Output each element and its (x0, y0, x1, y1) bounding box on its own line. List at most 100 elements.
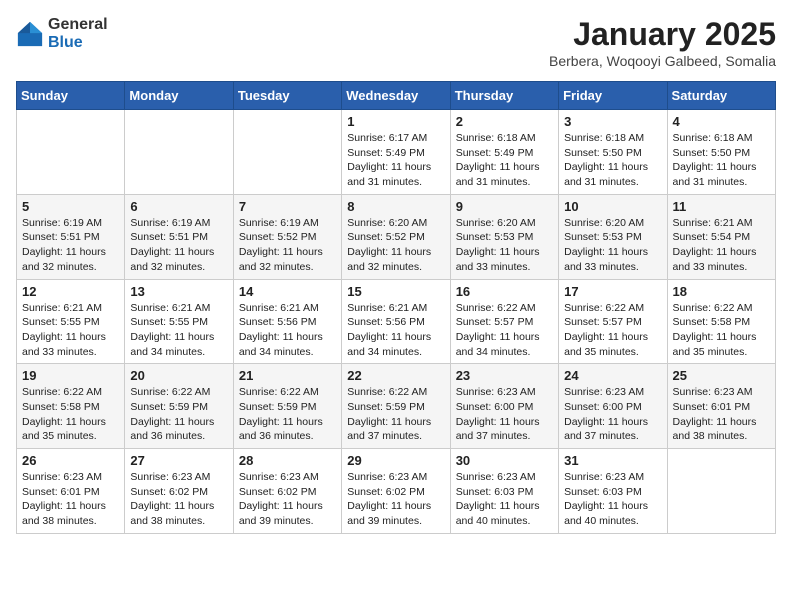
daylight-text: Daylight: 11 hours and 37 minutes. (456, 416, 540, 443)
daylight-text: Daylight: 11 hours and 40 minutes. (456, 500, 540, 527)
cell-info: Sunrise: 6:22 AMSunset: 5:59 PMDaylight:… (347, 385, 444, 444)
calendar-cell: 16Sunrise: 6:22 AMSunset: 5:57 PMDayligh… (450, 279, 558, 364)
sunrise-text: Sunrise: 6:22 AM (564, 302, 644, 314)
calendar-cell (17, 110, 125, 195)
sunrise-text: Sunrise: 6:22 AM (239, 386, 319, 398)
calendar-cell: 3Sunrise: 6:18 AMSunset: 5:50 PMDaylight… (559, 110, 667, 195)
day-number: 27 (130, 453, 227, 468)
sunrise-text: Sunrise: 6:18 AM (673, 132, 753, 144)
sunset-text: Sunset: 6:00 PM (456, 401, 534, 413)
cell-info: Sunrise: 6:21 AMSunset: 5:55 PMDaylight:… (130, 301, 227, 360)
calendar-cell: 18Sunrise: 6:22 AMSunset: 5:58 PMDayligh… (667, 279, 775, 364)
sunset-text: Sunset: 6:01 PM (22, 486, 100, 498)
daylight-text: Daylight: 11 hours and 32 minutes. (130, 246, 214, 273)
cell-info: Sunrise: 6:23 AM Sunset: 6:00 PM Daylight:… (456, 385, 553, 444)
cell-info: Sunrise: 6:22 AMSunset: 5:59 PMDaylight:… (239, 385, 336, 444)
calendar-cell: 2Sunrise: 6:18 AMSunset: 5:49 PMDaylight… (450, 110, 558, 195)
month-title: January 2025 (549, 16, 776, 53)
day-number: 16 (456, 284, 553, 299)
cell-info: Sunrise: 6:17 AMSunset: 5:49 PMDaylight:… (347, 131, 444, 190)
weekday-header: Monday (125, 82, 233, 110)
day-number: 24 (564, 368, 661, 383)
cell-info: Sunrise: 6:23 AMSunset: 6:00 PMDaylight:… (564, 385, 661, 444)
day-number: 20 (130, 368, 227, 383)
daylight-text: Daylight: 11 hours and 32 minutes. (239, 246, 323, 273)
daylight-text: Daylight: 11 hours and 31 minutes. (673, 161, 757, 188)
calendar-cell: 5Sunrise: 6:19 AMSunset: 5:51 PMDaylight… (17, 194, 125, 279)
sunrise-text: Sunrise: 6:22 AM (347, 386, 427, 398)
weekday-header: Saturday (667, 82, 775, 110)
sunset-text: Sunset: 5:49 PM (347, 147, 425, 159)
sunrise-text: Sunrise: 6:22 AM (456, 302, 536, 314)
cell-info: Sunrise: 6:19 AMSunset: 5:52 PMDaylight:… (239, 216, 336, 275)
daylight-text: Daylight: 11 hours and 35 minutes. (22, 416, 106, 443)
sunrise-text: Sunrise: 6:20 AM (347, 217, 427, 229)
calendar-cell: 28Sunrise: 6:23 AMSunset: 6:02 PMDayligh… (233, 449, 341, 534)
logo-icon (16, 20, 44, 48)
day-number: 9 (456, 199, 553, 214)
sunrise-text: Sunrise: 6:18 AM (564, 132, 644, 144)
cell-info: Sunrise: 6:19 AMSunset: 5:51 PMDaylight:… (22, 216, 119, 275)
sunrise-text: Sunrise: 6:23 AM (22, 471, 102, 483)
cell-info: Sunrise: 6:18 AMSunset: 5:50 PMDaylight:… (564, 131, 661, 190)
daylight-text: Daylight: 11 hours and 33 minutes. (673, 246, 757, 273)
weekday-header: Thursday (450, 82, 558, 110)
day-number: 4 (673, 114, 770, 129)
sunset-text: Sunset: 5:59 PM (347, 401, 425, 413)
cell-info: Sunrise: 6:20 AMSunset: 5:53 PMDaylight:… (564, 216, 661, 275)
weekday-header: Wednesday (342, 82, 450, 110)
calendar-cell: 23Sunrise: 6:23 AMSunset: 6:00 PMDayligh… (450, 364, 558, 449)
sunrise-text: Sunrise: 6:21 AM (130, 302, 210, 314)
calendar-cell: 26Sunrise: 6:23 AMSunset: 6:01 PMDayligh… (17, 449, 125, 534)
daylight-text: Daylight: 11 hours and 34 minutes. (347, 331, 431, 358)
calendar-cell: 6Sunrise: 6:19 AMSunset: 5:51 PMDaylight… (125, 194, 233, 279)
sunrise-text: Sunrise: 6:21 AM (22, 302, 102, 314)
logo: General Blue (16, 16, 108, 51)
sunrise-text: Sunrise: 6:22 AM (673, 302, 753, 314)
sunset-text: Sunset: 5:51 PM (130, 231, 208, 243)
sunrise-text: Sunrise: 6:21 AM (673, 217, 753, 229)
calendar-cell: 20Sunrise: 6:22 AMSunset: 5:59 PMDayligh… (125, 364, 233, 449)
calendar-cell: 11 Sunrise: 6:21 AM Sunset: 5:54 PM Dayligh… (667, 194, 775, 279)
cell-info: Sunrise: 6:23 AMSunset: 6:03 PMDaylight:… (456, 470, 553, 529)
sunrise-text: Sunrise: 6:17 AM (347, 132, 427, 144)
sunrise-text: Sunrise: 6:21 AM (239, 302, 319, 314)
daylight-text: Daylight: 11 hours and 35 minutes. (564, 331, 648, 358)
daylight-text: Daylight: 11 hours and 34 minutes. (130, 331, 214, 358)
daylight-text: Daylight: 11 hours and 33 minutes. (456, 246, 540, 273)
daylight-text: Daylight: 11 hours and 37 minutes. (564, 416, 648, 443)
sunrise-text: Sunrise: 6:20 AM (564, 217, 644, 229)
calendar-cell: 12Sunrise: 6:21 AMSunset: 5:55 PMDayligh… (17, 279, 125, 364)
day-number: 6 (130, 199, 227, 214)
day-number: 25 (673, 368, 770, 383)
sunrise-text: Sunrise: 6:23 AM (456, 471, 536, 483)
sunset-text: Sunset: 5:58 PM (22, 401, 100, 413)
weekday-header: Tuesday (233, 82, 341, 110)
day-number: 11 (673, 199, 770, 214)
logo-general: General (48, 16, 108, 34)
sunset-text: Sunset: 5:54 PM (673, 231, 751, 243)
sunrise-text: Sunrise: 6:23 AM (564, 471, 644, 483)
page-header: General Blue January 2025 Berbera, Woqoo… (16, 16, 776, 69)
day-number: 22 (347, 368, 444, 383)
day-number: 21 (239, 368, 336, 383)
cell-info: Sunrise: 6:23 AMSunset: 6:02 PMDaylight:… (130, 470, 227, 529)
sunset-text: Sunset: 5:59 PM (239, 401, 317, 413)
cell-info: Sunrise: 6:22 AM Sunset: 5:58 PM Daylight:… (673, 301, 770, 360)
daylight-text: Daylight: 11 hours and 35 minutes. (673, 331, 757, 358)
sunset-text: Sunset: 5:58 PM (673, 316, 751, 328)
daylight-text: Daylight: 11 hours and 38 minutes. (673, 416, 757, 443)
sunset-text: Sunset: 6:02 PM (347, 486, 425, 498)
day-number: 29 (347, 453, 444, 468)
calendar-cell: 31Sunrise: 6:23 AMSunset: 6:03 PMDayligh… (559, 449, 667, 534)
sunrise-text: Sunrise: 6:23 AM (456, 386, 536, 398)
calendar-cell: 1Sunrise: 6:17 AMSunset: 5:49 PMDaylight… (342, 110, 450, 195)
calendar-cell (667, 449, 775, 534)
daylight-text: Daylight: 11 hours and 38 minutes. (130, 500, 214, 527)
calendar-cell: 15Sunrise: 6:21 AMSunset: 5:56 PMDayligh… (342, 279, 450, 364)
cell-info: Sunrise: 6:21 AMSunset: 5:55 PMDaylight:… (22, 301, 119, 360)
calendar-cell (125, 110, 233, 195)
sunset-text: Sunset: 6:02 PM (130, 486, 208, 498)
cell-info: Sunrise: 6:21 AMSunset: 5:56 PMDaylight:… (239, 301, 336, 360)
cell-info: Sunrise: 6:20 AMSunset: 5:53 PMDaylight:… (456, 216, 553, 275)
